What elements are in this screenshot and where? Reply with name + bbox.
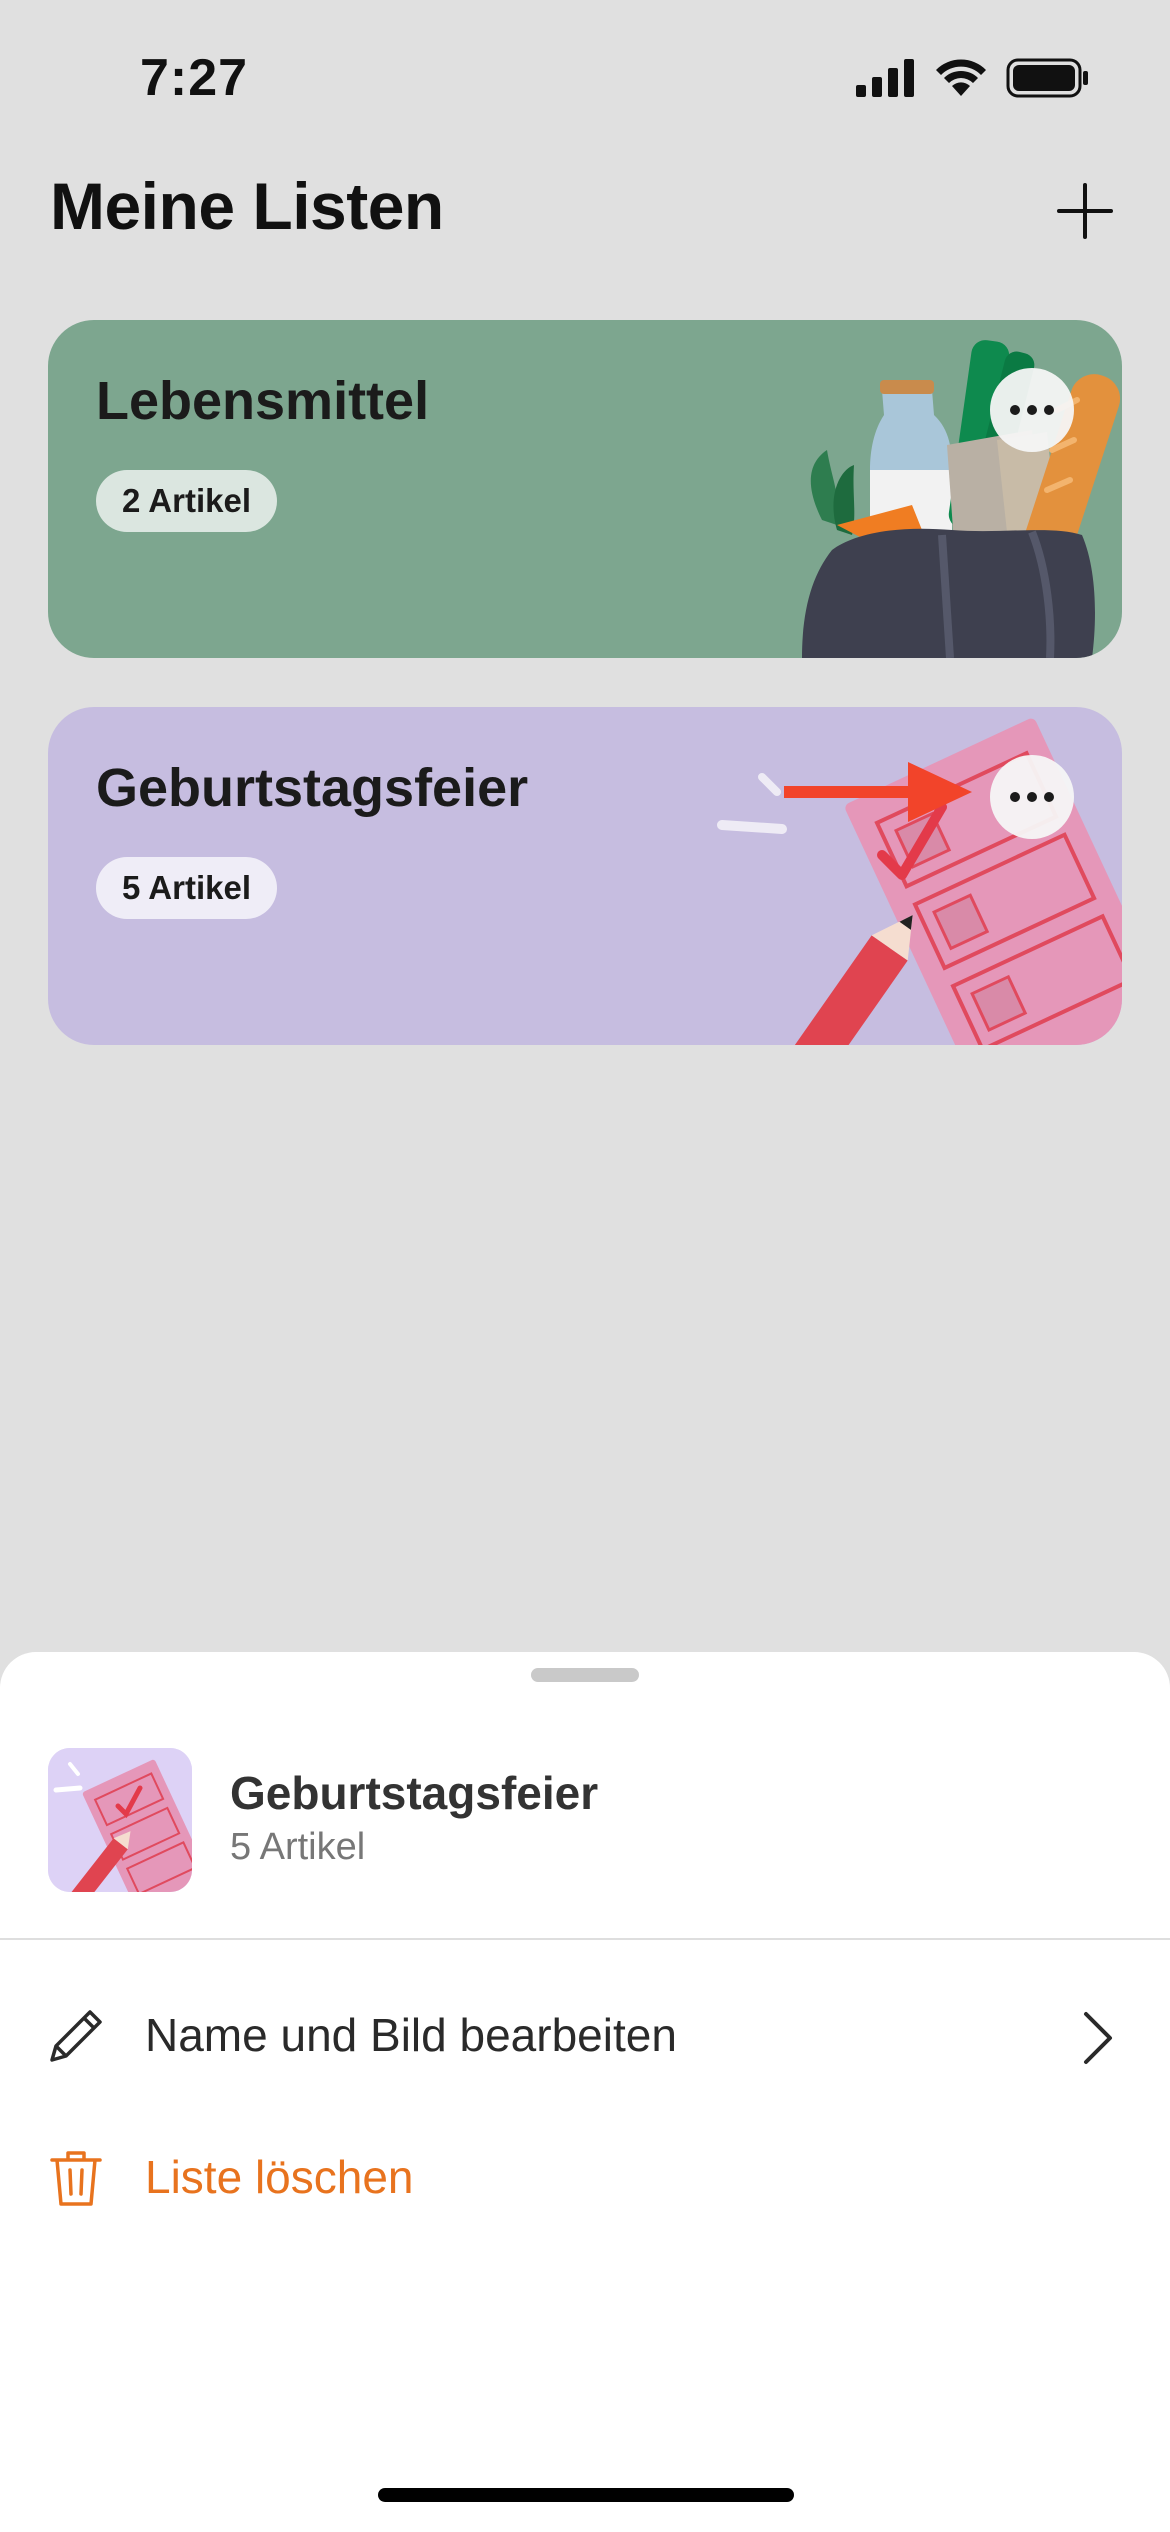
status-time: 7:27 [140, 49, 249, 107]
status-bar: 7:27 [0, 0, 1170, 150]
status-icons [856, 58, 1090, 98]
add-list-button[interactable] [1050, 176, 1120, 246]
pencil-icon [50, 2010, 102, 2062]
annotation-arrow-icon [784, 762, 972, 822]
sheet-drag-handle[interactable] [531, 1668, 639, 1682]
more-dot [1027, 792, 1037, 802]
cellular-signal-icon [856, 59, 914, 97]
list-card-title: Lebensmittel [96, 371, 430, 431]
sheet-title: Geburtstagsfeier [230, 1767, 599, 1819]
menu-item-label: Name und Bild bearbeiten [145, 2009, 677, 2061]
grocery-bag-illustration [802, 340, 1121, 658]
more-options-button[interactable] [990, 755, 1074, 839]
list-card-lebensmittel[interactable]: Lebensmittel 2 Artikel [48, 320, 1122, 658]
bottom-sheet: Geburtstagsfeier 5 Artikel Name und Bild… [0, 1652, 1170, 2532]
wifi-icon [936, 59, 986, 96]
home-indicator [378, 2488, 794, 2502]
list-card-title: Geburtstagsfeier [96, 758, 529, 818]
more-options-button[interactable] [990, 368, 1074, 452]
list-thumbnail [48, 1748, 192, 1892]
more-dot [1044, 405, 1054, 415]
divider [0, 1938, 1170, 1940]
more-dot [1010, 792, 1020, 802]
more-dot [1027, 405, 1037, 415]
item-count-badge: 5 Artikel [96, 857, 278, 919]
page-title: Meine Listen [50, 169, 444, 243]
delete-list-button[interactable]: Liste löschen [0, 2116, 1170, 2236]
sheet-subtitle: 5 Artikel [230, 1826, 366, 1868]
menu-item-label: Liste löschen [145, 2151, 414, 2203]
battery-icon [1006, 58, 1088, 98]
more-dot [1010, 405, 1020, 415]
more-dot [1044, 792, 1054, 802]
edit-name-and-image-button[interactable]: Name und Bild bearbeiten [0, 1974, 1170, 2094]
chevron-right-icon [1084, 2012, 1112, 2064]
item-count-badge: 2 Artikel [96, 470, 278, 532]
trash-icon [50, 2151, 102, 2206]
plus-icon [1057, 183, 1113, 239]
